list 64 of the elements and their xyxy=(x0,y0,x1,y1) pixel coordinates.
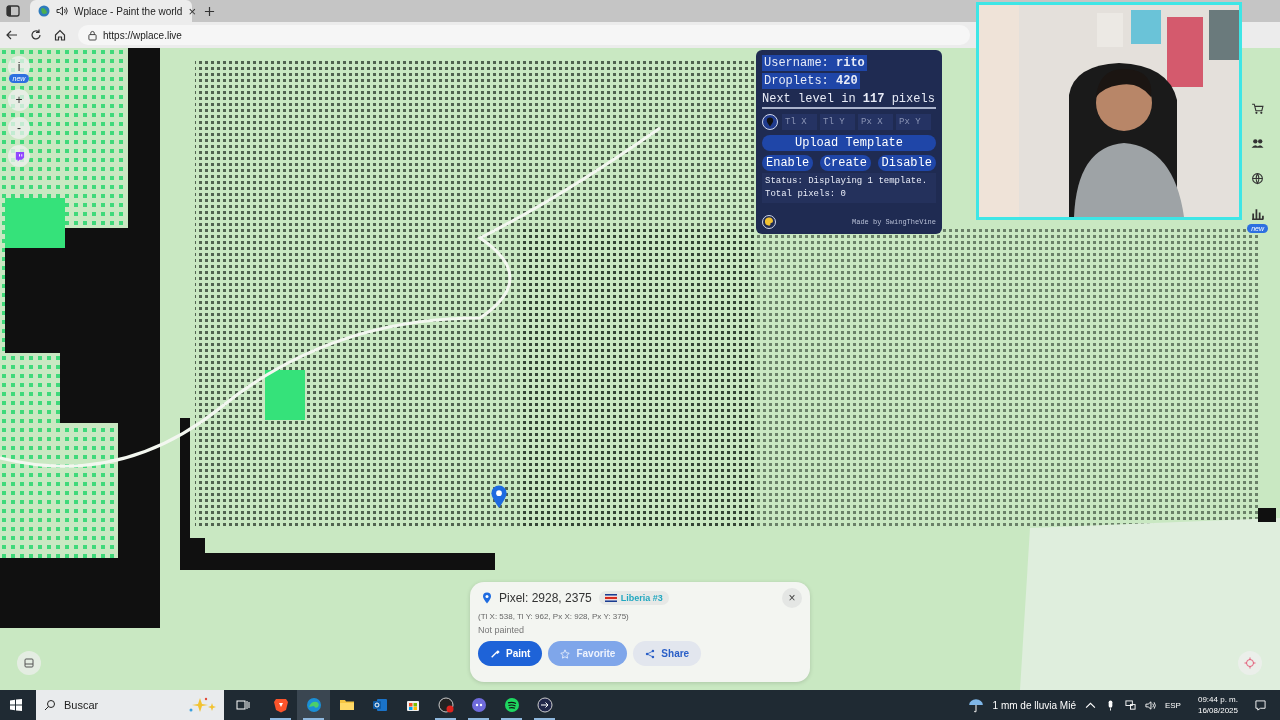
coordinates-button[interactable] xyxy=(762,114,778,130)
start-icon[interactable] xyxy=(10,699,22,711)
clock-date[interactable]: 16/08/2025 xyxy=(1197,706,1238,715)
home-icon[interactable] xyxy=(54,29,66,41)
coordinate-field[interactable]: Tl Y xyxy=(820,114,855,130)
umbrella-icon[interactable] xyxy=(967,697,984,713)
share-button[interactable]: Share xyxy=(633,641,702,666)
weather-text[interactable]: 1 mm de lluvia Mié xyxy=(992,699,1076,711)
flag-icon xyxy=(604,594,617,602)
template-action-button[interactable]: Disable xyxy=(877,155,936,171)
notifications-icon[interactable] xyxy=(1255,699,1266,711)
new-tab-icon[interactable] xyxy=(204,5,215,17)
task-view-icon[interactable] xyxy=(236,699,250,711)
lock-icon xyxy=(88,29,97,41)
clock-time[interactable]: 09:44 p. m. xyxy=(1197,695,1238,704)
droplets-label: Droplets: 420 xyxy=(762,73,860,89)
mail-icon xyxy=(371,697,388,713)
pixel-title: Pixel: 2928, 2375 xyxy=(499,591,592,605)
coordinate-field[interactable]: Px Y xyxy=(896,114,931,130)
target-icon xyxy=(1244,657,1256,669)
panel-icon xyxy=(23,657,35,669)
globe-icon[interactable] xyxy=(1251,172,1265,185)
record-icon xyxy=(437,697,454,713)
star-icon xyxy=(560,648,571,659)
folder-icon xyxy=(338,697,355,713)
chat-bubble-icon xyxy=(13,150,25,162)
chevron-up-icon[interactable] xyxy=(1084,699,1096,711)
people-icon[interactable] xyxy=(1251,137,1265,150)
pin-icon xyxy=(482,592,492,604)
chart-icon[interactable] xyxy=(1251,207,1265,220)
volume-icon[interactable] xyxy=(1144,699,1156,711)
language-indicator[interactable]: ESP xyxy=(1164,700,1181,710)
globe-icon xyxy=(38,5,50,17)
username-label: Username: rito xyxy=(762,55,867,71)
speaker-icon[interactable] xyxy=(56,5,68,17)
cart-icon[interactable] xyxy=(1251,102,1265,115)
network-icon[interactable] xyxy=(1124,699,1136,711)
chat-icon xyxy=(470,697,487,713)
share-icon xyxy=(645,648,656,659)
template-action-button[interactable]: Create xyxy=(819,155,871,171)
template-action-button[interactable]: Enable xyxy=(762,155,814,171)
back-icon[interactable] xyxy=(6,29,18,41)
music-icon xyxy=(503,697,520,713)
location-pin-icon xyxy=(490,485,508,509)
reload-icon[interactable] xyxy=(30,29,42,41)
status-text: Status: Displaying 1 template. xyxy=(765,175,929,188)
coordinates-text: (Tl X: 538, Tl Y: 962, Px X: 928, Px Y: 375) xyxy=(478,612,630,621)
sparkle-icon xyxy=(188,697,218,713)
palette-icon[interactable] xyxy=(762,215,776,229)
search-icon xyxy=(44,699,56,711)
wave-icon xyxy=(305,697,322,713)
tab-actions-icon[interactable] xyxy=(6,5,20,17)
address-field[interactable]: https://wplace.live xyxy=(78,25,970,45)
upload-template-button[interactable]: Upload Template xyxy=(762,135,936,151)
status-text: Total pixels: 0 xyxy=(765,188,847,201)
level-progress-text: Next level in 117 pixels xyxy=(762,91,936,109)
shield-icon xyxy=(272,697,289,713)
coordinate-field[interactable]: Tl X xyxy=(782,114,817,130)
paint-status-text: Not painted xyxy=(478,625,526,635)
close-button[interactable]: × xyxy=(782,588,802,608)
brush-icon xyxy=(490,648,500,659)
paint-button[interactable]: Paint xyxy=(478,641,543,666)
coordinate-field[interactable]: Px X xyxy=(858,114,893,130)
pin-icon xyxy=(766,117,774,127)
